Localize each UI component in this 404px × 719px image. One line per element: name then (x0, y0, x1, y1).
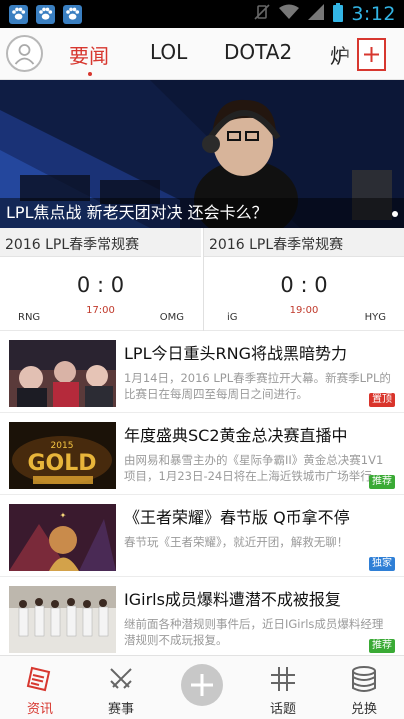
home-team: iG (227, 312, 238, 323)
news-thumbnail: 2015 GOLD (9, 422, 116, 489)
news-title: IGirls成员爆料遭潜不成被报复 (124, 590, 341, 609)
user-icon (14, 44, 35, 65)
news-list-item[interactable]: IGirls成员爆料遭潜不成被报复 继前面各种潜规则事件后，近日IGirls成员… (0, 577, 404, 659)
match-score: 0 : 0 (76, 273, 125, 297)
news-list-item[interactable]: 2015 GOLD 年度盛典SC2黄金总决赛直播中 由网易和暴雪主办的《星际争霸… (0, 413, 404, 495)
news-summary: 由网易和暴雪主办的《星际争霸II》黄金总决赛1V1项目，1月23日-24日将在上… (124, 453, 384, 483)
nav-label: 赛事 (107, 702, 134, 717)
match-league: 2016 LPL春季常规赛 (204, 228, 404, 257)
battery-icon (333, 2, 344, 26)
home-team: RNG (18, 312, 41, 323)
banner-page-indicator (392, 211, 398, 217)
match-league: 2016 LPL春季常规赛 (0, 228, 201, 257)
plus-icon (191, 674, 213, 696)
nav-news[interactable]: 资讯 (0, 656, 80, 719)
vibrate-off-icon (253, 3, 271, 25)
match-score: 0 : 0 (280, 273, 328, 297)
news-list-item[interactable]: LPL今日重头RNG将战黑暗势力 1月14日，2016 LPL春季赛拉开大幕。新… (0, 331, 404, 413)
paw-icon (36, 4, 55, 24)
compose-button[interactable] (181, 664, 223, 706)
nav-label: 兑换 (350, 702, 377, 717)
plus-icon (364, 47, 379, 62)
news-thumbnail (9, 586, 116, 653)
status-icons: 3:12 (253, 0, 396, 28)
tab-dota2[interactable]: DOTA2 (224, 40, 292, 64)
channel-tab-bar: 要闻 LOL DOTA2 炉 (0, 28, 404, 80)
svg-text:GOLD: GOLD (27, 451, 96, 476)
bottom-navigation: 资讯 赛事 话题 兑换 (0, 655, 404, 719)
news-title: LPL今日重头RNG将战黑暗势力 (124, 344, 347, 363)
news-tag: 置顶 (369, 393, 395, 407)
news-title: 年度盛典SC2黄金总决赛直播中 (124, 426, 348, 445)
news-thumbnail (9, 340, 116, 407)
banner-caption: LPL焦点战 新老天团对决 还会卡么？ (6, 203, 268, 222)
news-thumbnail: ✦ (9, 504, 116, 571)
svg-text:2015: 2015 (51, 441, 74, 451)
add-channel-button[interactable] (357, 38, 386, 71)
signal-icon (307, 3, 325, 25)
news-summary: 春节玩《王者荣耀》，就近开团，解救无聊！ (124, 535, 349, 549)
coins-icon (352, 666, 376, 692)
away-team: OMG (159, 312, 184, 323)
nav-label: 资讯 (26, 702, 53, 717)
news-tag: 推荐 (369, 639, 395, 653)
nav-topics[interactable]: 话题 (243, 656, 323, 719)
featured-banner[interactable]: LPL焦点战 新老天团对决 还会卡么？ (0, 80, 404, 228)
paw-icon (63, 4, 82, 24)
svg-text:✦: ✦ (60, 511, 67, 520)
match-schedule: 2016 LPL春季常规赛 0 : 0 17:00 RNG OMG 2016 L… (0, 228, 404, 331)
news-summary: 继前面各种潜规则事件后，近日IGirls成员爆料经理潜规则不成玩报复。 (124, 617, 384, 647)
nav-exchange[interactable]: 兑换 (324, 656, 404, 719)
nav-matches[interactable]: 赛事 (81, 656, 161, 719)
match-card[interactable]: 2016 LPL春季常规赛 0 : 0 19:00 iG HYG (203, 228, 404, 331)
user-avatar[interactable] (6, 35, 43, 72)
status-time: 3:12 (351, 3, 396, 25)
app-root: 3:12 要闻 LOL DOTA2 炉 (0, 0, 404, 719)
status-bar: 3:12 (0, 0, 404, 28)
news-tag: 推荐 (369, 475, 395, 489)
news-tag: 独家 (369, 557, 395, 571)
active-tab-indicator (88, 72, 92, 76)
away-team: HYG (364, 312, 386, 323)
paw-icon (9, 4, 28, 24)
tab-headlines[interactable]: 要闻 (69, 40, 109, 69)
wifi-icon (279, 4, 300, 24)
crossed-swords-icon (110, 668, 132, 689)
news-summary: 1月14日，2016 LPL春季赛拉开大幕。新赛季LPL的比赛日在每周四至每周日… (124, 371, 391, 401)
match-card[interactable]: 2016 LPL春季常规赛 0 : 0 17:00 RNG OMG (0, 228, 201, 331)
tab-lol[interactable]: LOL (150, 40, 187, 64)
news-list-item[interactable]: ✦ 《王者荣耀》春节版 Q币拿不停 春节玩《王者荣耀》，就近开团，解救无聊！ 独… (0, 495, 404, 577)
news-icon (26, 666, 51, 692)
nav-label: 话题 (269, 702, 296, 717)
hashtag-icon (271, 667, 295, 691)
news-title: 《王者荣耀》春节版 Q币拿不停 (124, 508, 350, 527)
